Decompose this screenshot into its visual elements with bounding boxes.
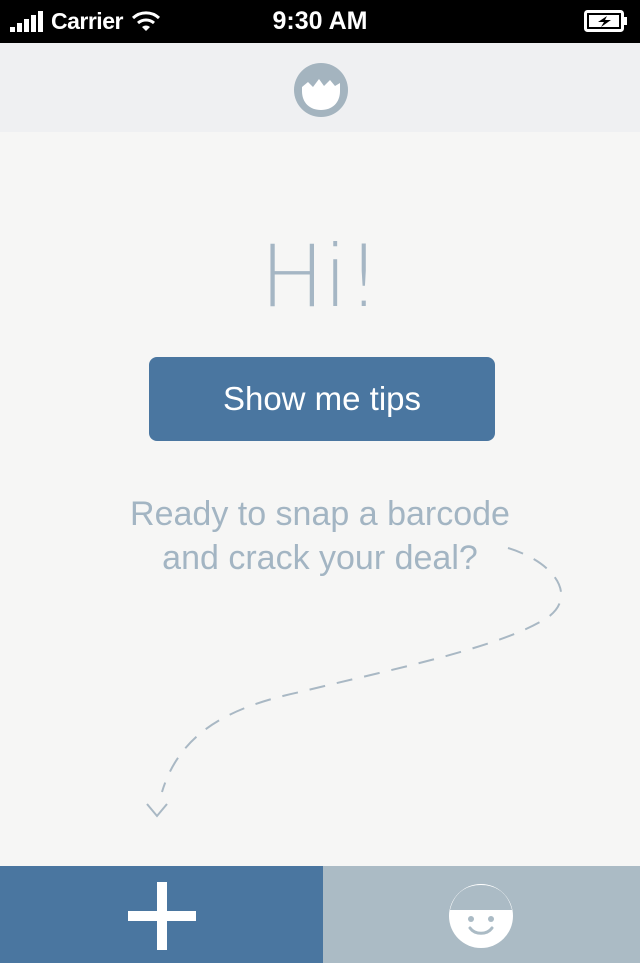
greeting-heading: Hi! bbox=[259, 227, 381, 327]
add-scan-tab[interactable] bbox=[0, 866, 323, 963]
battery-icon bbox=[584, 10, 627, 32]
show-tips-button[interactable]: Show me tips bbox=[149, 357, 495, 441]
profile-tab[interactable] bbox=[323, 866, 640, 963]
scan-prompt-line-2: and crack your deal? bbox=[162, 539, 478, 577]
tab-bar bbox=[0, 866, 640, 963]
plus-icon bbox=[128, 882, 196, 950]
nav-bar bbox=[0, 43, 640, 132]
main-content: Hi! Show me tips Ready to snap a barcode… bbox=[0, 132, 640, 866]
status-bar: Carrier 9:30 AM bbox=[0, 0, 640, 43]
app-screen: Carrier 9:30 AM Hi! Show me tips Ready t… bbox=[0, 0, 640, 963]
scan-prompt: Ready to snap a barcode and crack your d… bbox=[60, 492, 580, 580]
status-time: 9:30 AM bbox=[272, 7, 368, 35]
scan-prompt-line-1: Ready to snap a barcode bbox=[130, 495, 510, 533]
face-icon bbox=[449, 884, 513, 948]
cracked-egg-logo-icon bbox=[294, 63, 348, 117]
